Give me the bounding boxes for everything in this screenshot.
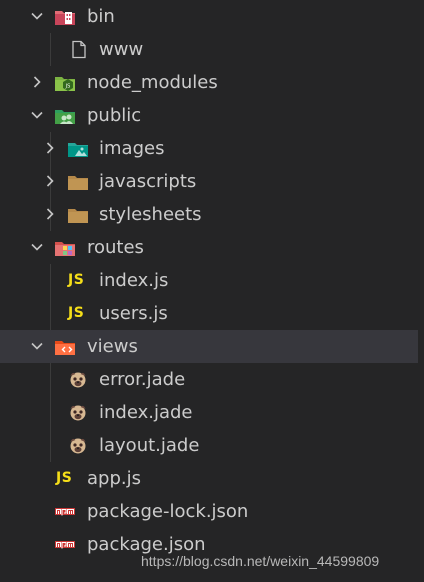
chevron-down-icon[interactable] bbox=[29, 107, 45, 123]
chevron-right-icon[interactable] bbox=[42, 173, 58, 189]
tree-item-label: www bbox=[99, 39, 144, 60]
routes-folder-icon bbox=[55, 242, 75, 256]
tree-item-index-jade[interactable]: index.jade bbox=[0, 396, 418, 429]
views-folder-icon bbox=[55, 341, 75, 355]
tree-item-label: node_modules bbox=[87, 72, 218, 93]
folder-icon bbox=[68, 176, 88, 190]
svg-text:JS: JS bbox=[65, 84, 71, 90]
tree-item-routes[interactable]: routes bbox=[0, 231, 418, 264]
tree-item-label: views bbox=[87, 336, 138, 357]
tree-item-layout-jade[interactable]: layout.jade bbox=[0, 429, 418, 462]
tree-item-label: routes bbox=[87, 237, 144, 258]
chevron-down-icon[interactable] bbox=[29, 8, 45, 24]
chevron-right-icon[interactable] bbox=[42, 206, 58, 222]
tree-item-users-js[interactable]: JS users.js bbox=[0, 297, 418, 330]
jade-file-icon bbox=[70, 405, 86, 421]
jade-file-icon bbox=[70, 372, 86, 388]
tree-item-label: package-lock.json bbox=[87, 501, 249, 522]
file-icon bbox=[72, 40, 86, 59]
npm-file-icon bbox=[55, 508, 75, 516]
chevron-right-icon[interactable] bbox=[42, 140, 58, 156]
node-folder-icon: JS bbox=[55, 77, 75, 91]
tree-item-label: users.js bbox=[99, 303, 168, 324]
js-file-icon: JS bbox=[56, 470, 73, 486]
tree-item-images[interactable]: images bbox=[0, 132, 418, 165]
tree-item-label: index.jade bbox=[99, 402, 193, 423]
folder-icon bbox=[68, 209, 88, 223]
tree-item-bin[interactable]: bin bbox=[0, 0, 418, 33]
tree-item-label: javascripts bbox=[99, 171, 197, 192]
tree-item-node-modules[interactable]: JS node_modules bbox=[0, 66, 418, 99]
tree-item-label: app.js bbox=[87, 468, 141, 489]
tree-item-index-js[interactable]: JS index.js bbox=[0, 264, 418, 297]
tree-item-label: bin bbox=[87, 6, 115, 27]
bin-folder-icon bbox=[55, 11, 75, 25]
tree-item-label: stylesheets bbox=[99, 204, 202, 225]
images-folder-icon bbox=[68, 143, 88, 157]
jade-file-icon bbox=[70, 438, 86, 454]
tree-item-javascripts[interactable]: javascripts bbox=[0, 165, 418, 198]
js-file-icon: JS bbox=[68, 305, 85, 321]
tree-item-label: public bbox=[87, 105, 142, 126]
public-folder-icon bbox=[55, 110, 75, 124]
tree-item-stylesheets[interactable]: stylesheets bbox=[0, 198, 418, 231]
tree-item-public[interactable]: public bbox=[0, 99, 418, 132]
chevron-down-icon[interactable] bbox=[29, 239, 45, 255]
tree-item-app-js[interactable]: JS app.js bbox=[0, 462, 418, 495]
file-explorer-tree: bin www JS node_modules public images ja… bbox=[0, 0, 424, 582]
tree-item-label: layout.jade bbox=[99, 435, 200, 456]
js-file-icon: JS bbox=[68, 272, 85, 288]
tree-item-package-lock-json[interactable]: package-lock.json bbox=[0, 495, 418, 528]
npm-file-icon bbox=[55, 541, 75, 549]
tree-item-label: images bbox=[99, 138, 165, 159]
tree-item-label: error.jade bbox=[99, 369, 186, 390]
tree-item-www[interactable]: www bbox=[0, 33, 418, 66]
watermark-text: https://blog.csdn.net/weixin_44599809 bbox=[141, 553, 380, 569]
tree-item-label: index.js bbox=[99, 270, 169, 291]
chevron-right-icon[interactable] bbox=[29, 74, 45, 90]
tree-item-views[interactable]: views bbox=[0, 330, 418, 363]
tree-item-error-jade[interactable]: error.jade bbox=[0, 363, 418, 396]
chevron-down-icon[interactable] bbox=[29, 338, 45, 354]
